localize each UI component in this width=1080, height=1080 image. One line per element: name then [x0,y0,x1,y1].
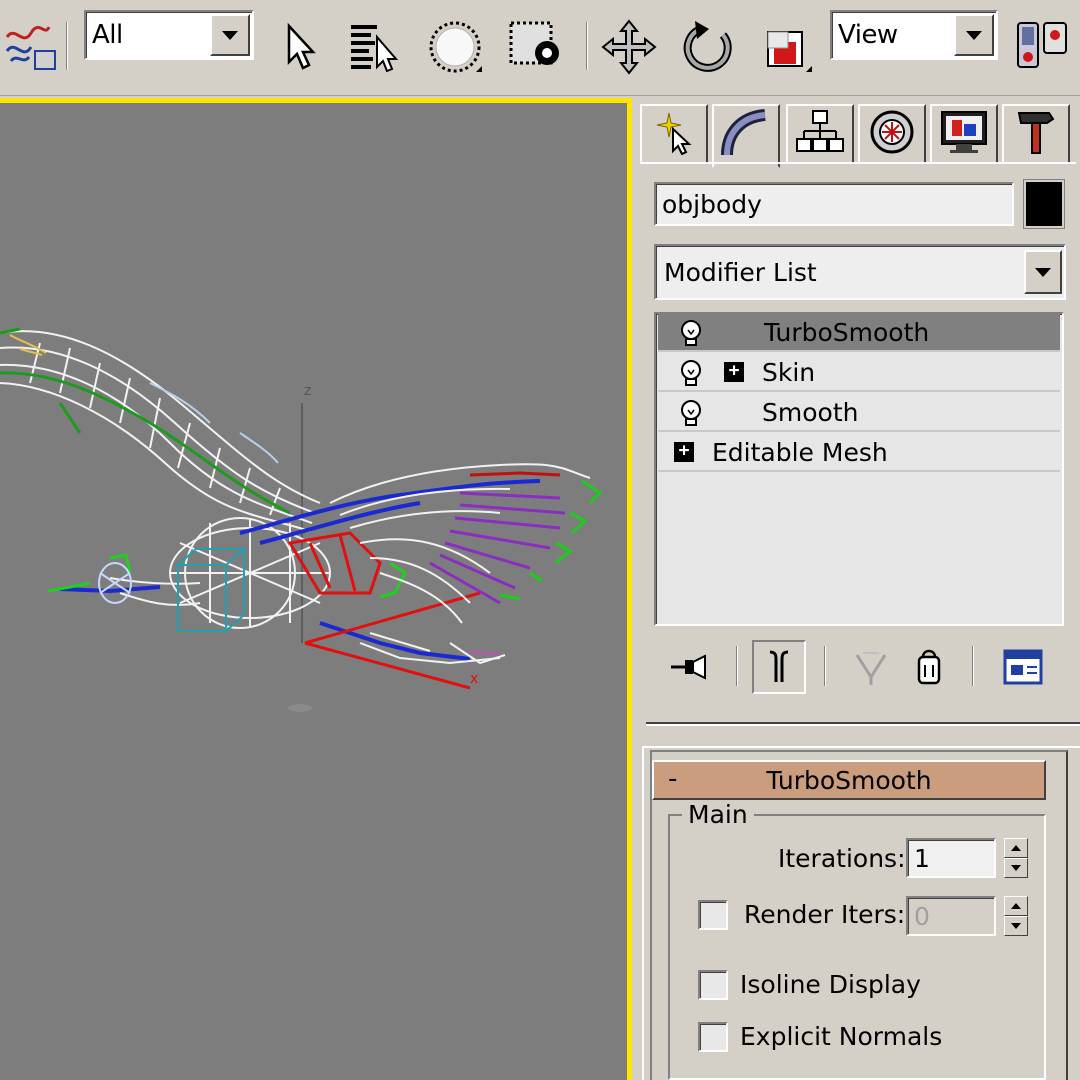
hierarchy-tab-icon [795,109,845,159]
stack-item-skin[interactable]: + Skin [658,354,1060,392]
render-iters-value: 0 [914,901,930,931]
chevron-down-icon[interactable] [210,14,250,56]
modifier-stack: TurboSmooth + Skin Smooth + Editable Mes… [654,312,1064,626]
isoline-display-checkbox[interactable] [698,970,728,1000]
motion-tab-icon [867,107,917,161]
wireframe-bird-model[interactable]: z x [0,103,627,1080]
make-unique-icon[interactable] [844,640,898,694]
selection-filter-dropdown[interactable]: All [84,10,254,60]
circular-selection-region-icon[interactable] [424,12,486,82]
main-toolbar: All View [0,0,1080,96]
iterations-spinner[interactable] [1004,838,1028,878]
toolbar-separator [824,646,826,686]
toolbar-separator [972,646,974,686]
spinner-down-icon[interactable] [1004,858,1028,878]
configure-modifier-sets-icon[interactable] [996,640,1050,694]
explicit-normals-checkbox[interactable] [698,1022,728,1052]
modify-tab-icon [721,109,771,163]
select-object-icon[interactable] [268,12,330,82]
spinner-down-icon[interactable] [1004,916,1028,936]
perspective-viewport[interactable]: z x [0,98,632,1080]
iterations-field[interactable]: 1 [906,838,996,878]
stack-item-editable-mesh[interactable]: + Editable Mesh [658,434,1060,472]
toolbar-separator [586,22,588,70]
expand-plus-icon[interactable]: + [724,362,744,382]
stack-tools-bar [636,636,1080,696]
select-by-name-icon[interactable] [342,12,404,82]
tab-create[interactable] [640,104,708,164]
gizmo-axis-label: x [470,671,478,687]
object-name-field[interactable]: objbody [654,182,1014,226]
selection-filter-value: All [92,20,123,50]
tab-hierarchy[interactable] [786,104,854,164]
isoline-display-label: Isoline Display [740,970,921,999]
spinner-up-icon[interactable] [1004,838,1028,858]
object-color-swatch[interactable] [1023,179,1065,229]
tab-motion[interactable] [858,104,926,164]
chevron-down-icon[interactable] [1024,250,1062,294]
render-iters-spinner[interactable] [1004,896,1028,936]
viewport-axis-label: z [304,383,311,399]
object-name-value: objbody [662,189,762,219]
rollout-title: TurboSmooth [766,765,932,795]
command-panel: objbody Modifier List TurboSmooth + Skin… [636,98,1080,1080]
tab-modify[interactable] [712,104,780,168]
toolbar-separator [736,646,738,686]
lightbulb-icon[interactable] [678,319,704,355]
display-tab-icon [938,108,990,160]
reference-coordinate-value: View [838,20,898,50]
window-crossing-icon[interactable] [504,12,566,82]
select-and-scale-icon[interactable] [754,12,816,82]
hammer-icon [1013,107,1059,161]
stack-item-turbosmooth[interactable]: TurboSmooth [658,314,1060,352]
use-pivot-center-icon[interactable] [1010,12,1074,82]
explicit-normals-label: Explicit Normals [740,1022,943,1051]
collapse-icon[interactable]: - [668,764,677,794]
toolbar-separator [66,22,68,70]
iterations-value: 1 [914,843,930,873]
modifier-list-label: Modifier List [664,257,817,287]
render-iters-field[interactable]: 0 [906,896,996,936]
turbosmooth-rollout-header[interactable]: - TurboSmooth [652,760,1046,800]
command-panel-tabs [640,104,1076,168]
main-group-title: Main [682,800,754,829]
tabs-divider [640,162,1076,164]
remove-modifier-icon[interactable] [902,640,956,694]
expand-plus-icon[interactable]: + [674,442,694,462]
lightbulb-icon[interactable] [678,359,704,395]
schematic-icon[interactable] [0,12,62,82]
tab-display[interactable] [930,104,998,164]
reference-coordinate-dropdown[interactable]: View [830,10,998,60]
render-iters-checkbox[interactable] [698,900,728,930]
show-end-result-icon[interactable] [752,640,806,694]
stack-item-smooth[interactable]: Smooth [658,394,1060,432]
tab-utilities[interactable] [1002,104,1070,164]
lightbulb-icon[interactable] [678,399,704,435]
select-and-move-icon[interactable] [598,12,660,82]
pin-stack-icon[interactable] [664,640,718,694]
iterations-label: Iterations: [778,844,906,873]
stack-item-label: Editable Mesh [712,437,888,467]
render-iters-label: Render Iters: [744,900,906,929]
stack-item-label: Skin [762,357,816,387]
stack-item-label: Smooth [762,397,859,427]
spinner-up-icon[interactable] [1004,896,1028,916]
create-tab-icon [651,109,697,159]
select-and-rotate-icon[interactable] [678,12,740,82]
panel-divider [646,722,1080,726]
stack-item-label: TurboSmooth [764,317,930,347]
chevron-down-icon[interactable] [954,14,994,56]
modifier-list-dropdown[interactable]: Modifier List [654,244,1066,300]
